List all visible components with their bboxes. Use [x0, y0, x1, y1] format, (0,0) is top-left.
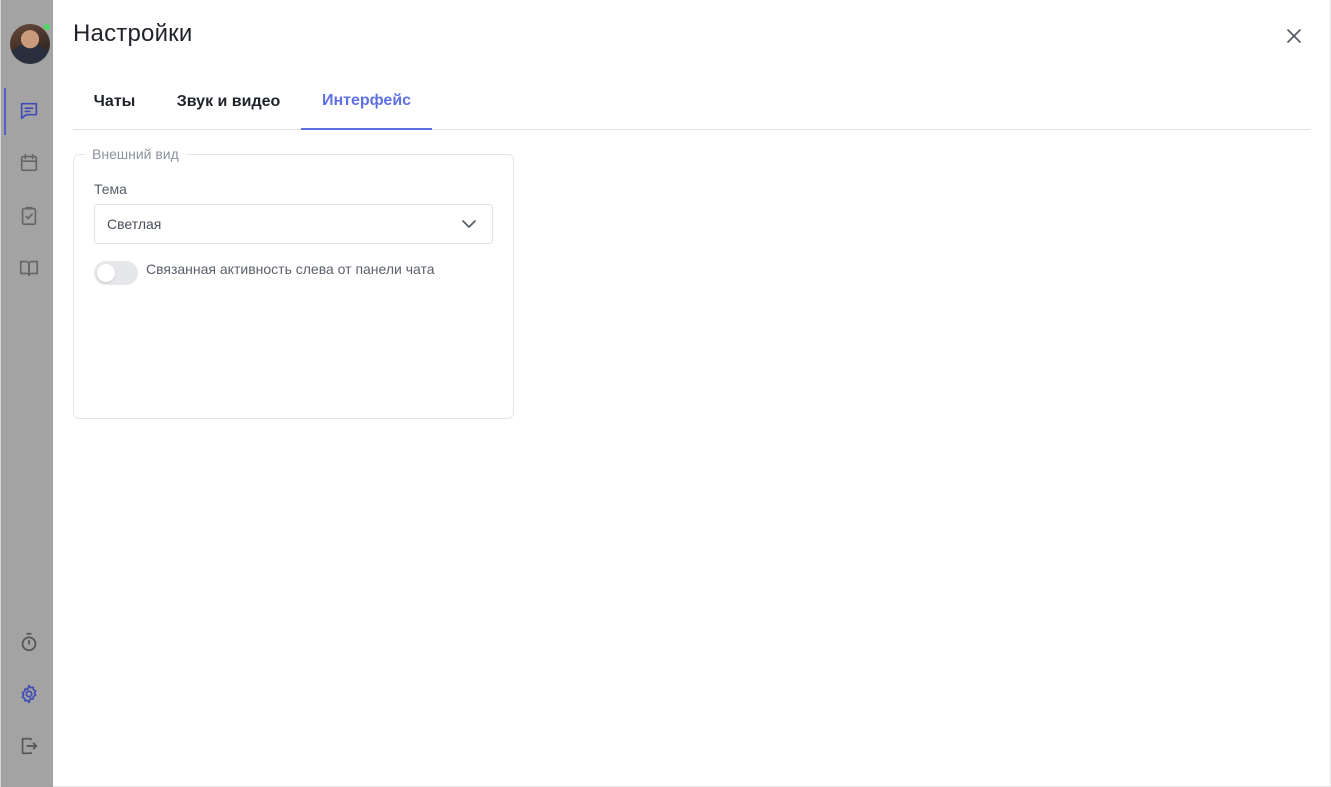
- app-window: Настройки Чаты Звук и видео Интерфейс Вн…: [0, 0, 1331, 787]
- appearance-legend: Внешний вид: [85, 146, 186, 162]
- appearance-section: Внешний вид Тема Светлая Связанная актив…: [73, 146, 514, 419]
- sidebar: [0, 0, 53, 787]
- calendar-icon[interactable]: [17, 151, 41, 175]
- theme-select-value: Светлая: [107, 216, 162, 232]
- logout-icon[interactable]: [17, 734, 41, 758]
- settings-icon[interactable]: [17, 682, 41, 706]
- tab-sound-video[interactable]: Звук и видео: [156, 74, 301, 130]
- theme-label: Тема: [94, 181, 127, 197]
- tab-chats[interactable]: Чаты: [73, 74, 156, 130]
- chat-icon[interactable]: [17, 99, 41, 123]
- linked-activity-label: Связанная активность слева от панели чат…: [146, 261, 435, 277]
- online-status-dot: [43, 23, 51, 31]
- tab-bar: Чаты Звук и видео Интерфейс: [73, 74, 1310, 130]
- tasks-icon[interactable]: [17, 204, 41, 228]
- close-button[interactable]: [1282, 24, 1306, 48]
- settings-panel: Настройки Чаты Звук и видео Интерфейс Вн…: [53, 0, 1331, 787]
- toggle-knob: [97, 264, 115, 282]
- timer-icon[interactable]: [17, 630, 41, 654]
- linked-activity-toggle[interactable]: [94, 261, 138, 285]
- close-icon: [1287, 29, 1301, 43]
- tab-interface[interactable]: Интерфейс: [301, 74, 432, 130]
- active-nav-indicator: [4, 88, 6, 135]
- book-icon[interactable]: [17, 256, 41, 280]
- page-title: Настройки: [73, 20, 193, 47]
- theme-select[interactable]: Светлая: [94, 204, 493, 244]
- chevron-down-icon: [462, 220, 476, 228]
